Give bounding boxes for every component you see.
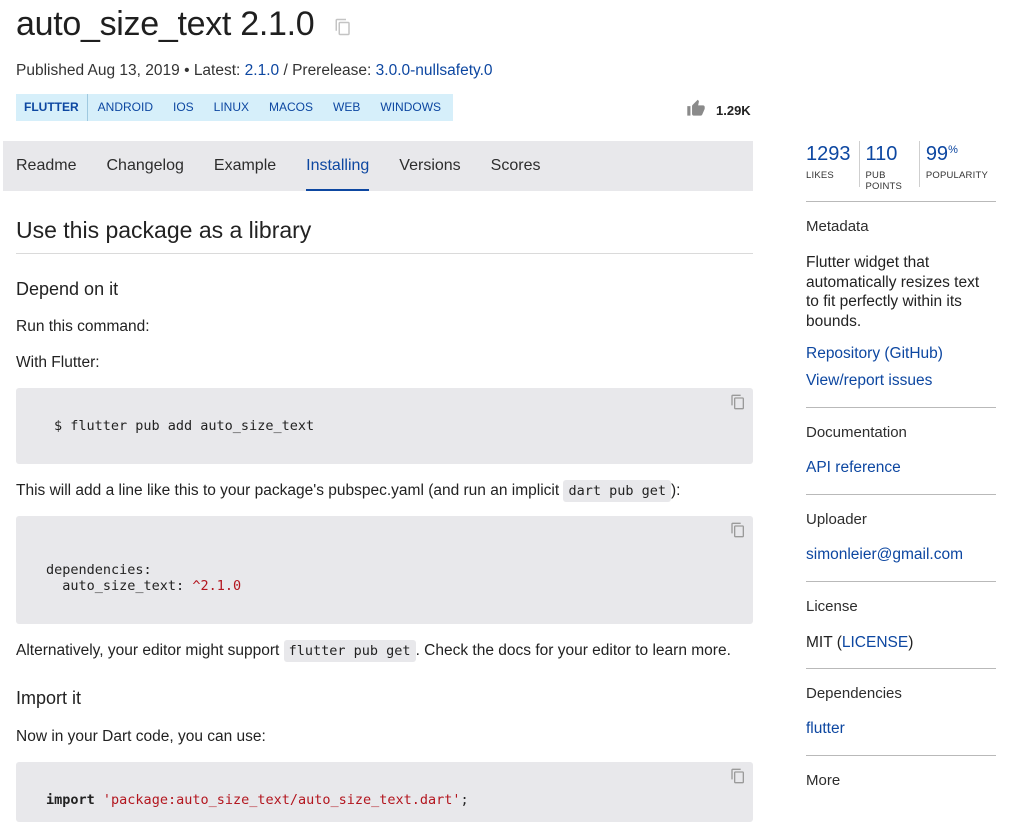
likes-badge[interactable]: 1.29K: [686, 99, 751, 121]
tag-flutter[interactable]: FLUTTER: [16, 94, 88, 121]
run-command-text: Run this command:: [16, 318, 150, 335]
stat-label: PUB POINTS: [865, 170, 903, 192]
alt-text-before: Alternatively, your editor might support: [16, 642, 284, 659]
published-prefix: Published: [16, 62, 85, 79]
stat-number: 99: [925, 143, 949, 165]
import-keyword: import: [46, 792, 95, 808]
stat-value: 1293: [806, 143, 851, 165]
stat-pub-points: 110 PUB POINTS: [858, 141, 919, 192]
publish-info: Published Aug 13, 2019 • Latest: 2.1.0 /…: [16, 62, 493, 80]
stat-suffix: %: [948, 144, 958, 156]
inline-code: dart pub get: [563, 480, 671, 502]
tab-bar: Readme Changelog Example Installing Vers…: [3, 141, 753, 191]
title-row: auto_size_text 2.1.0: [16, 2, 352, 46]
copy-icon[interactable]: [334, 17, 352, 37]
divider: [806, 581, 996, 582]
tab-scores[interactable]: Scores: [476, 141, 556, 191]
pubspec-text-after: ):: [671, 482, 681, 499]
alternative-text: Alternatively, your editor might support…: [16, 640, 731, 662]
divider: [806, 494, 996, 495]
license-link[interactable]: LICENSE: [842, 634, 908, 651]
pubspec-text-before: This will add a line like this to your p…: [16, 482, 564, 499]
divider: [806, 407, 996, 408]
copy-icon[interactable]: [730, 394, 746, 410]
tag-android[interactable]: ANDROID: [88, 94, 163, 121]
slash: /: [279, 62, 293, 79]
tag-web[interactable]: WEB: [323, 94, 370, 121]
published-date: Aug 13, 2019: [87, 62, 180, 79]
separator: •: [179, 62, 194, 79]
tag-macos[interactable]: MACOS: [259, 94, 323, 121]
uploader-email-link[interactable]: simonleier@gmail.com: [806, 546, 963, 564]
dependencies-heading: Dependencies: [806, 685, 902, 702]
package-description: Flutter widget that automatically resize…: [806, 254, 980, 330]
api-reference-link[interactable]: API reference: [806, 459, 901, 477]
license-heading: License: [806, 598, 858, 615]
score-stats[interactable]: 1293 LIKES 110 PUB POINTS 99% POPULARITY: [806, 141, 996, 192]
license-text: MIT (LICENSE): [806, 633, 996, 653]
latest-prefix: Latest:: [193, 62, 241, 79]
documentation-heading: Documentation: [806, 424, 907, 441]
copy-icon[interactable]: [730, 768, 746, 784]
divider: [806, 201, 996, 202]
yaml-code-block: dependencies: auto_size_text: ^2.1.0: [16, 516, 753, 624]
import-semicolon: ;: [460, 792, 469, 808]
metadata-heading: Metadata: [806, 218, 869, 235]
import-heading: Import it: [16, 688, 82, 708]
divider: [806, 668, 996, 669]
section-heading: Use this package as a library: [16, 217, 312, 243]
depend-heading: Depend on it: [16, 279, 119, 299]
tab-installing[interactable]: Installing: [291, 141, 384, 191]
inline-code: flutter pub get: [283, 640, 416, 662]
divider: [806, 755, 996, 756]
thumb-up-icon: [686, 99, 716, 121]
tab-changelog[interactable]: Changelog: [91, 141, 198, 191]
latest-version-link[interactable]: 2.1.0: [245, 62, 279, 79]
package-title: auto_size_text 2.1.0: [16, 4, 315, 43]
platform-tag-group: ANDROID IOS LINUX MACOS WEB WINDOWS: [87, 94, 454, 121]
license-close: ): [908, 634, 914, 651]
alt-text-after: . Check the docs for your editor to lear…: [415, 642, 731, 659]
yaml-line: dependencies:: [46, 562, 152, 578]
more-heading: More: [806, 772, 841, 789]
issues-link[interactable]: View/report issues: [806, 372, 932, 390]
tag-windows[interactable]: WINDOWS: [370, 94, 451, 121]
repository-link[interactable]: Repository (GitHub): [806, 345, 943, 363]
tab-readme[interactable]: Readme: [3, 141, 91, 191]
import-string: 'package:auto_size_text/auto_size_text.d…: [102, 792, 461, 808]
yaml-key: auto_size_text:: [46, 578, 193, 594]
tab-versions[interactable]: Versions: [384, 141, 475, 191]
sdk-tag-group: FLUTTER: [16, 94, 88, 121]
dependency-flutter-link[interactable]: flutter: [806, 720, 845, 738]
stat-label: LIKES: [806, 170, 834, 181]
prerelease-prefix: Prerelease:: [292, 62, 372, 79]
likes-count: 1.29K: [716, 102, 751, 118]
tab-example[interactable]: Example: [199, 141, 291, 191]
with-flutter-text: With Flutter:: [16, 354, 100, 371]
copy-icon[interactable]: [730, 522, 746, 538]
pubspec-text: This will add a line like this to your p…: [16, 480, 681, 502]
stat-label: POPULARITY: [925, 170, 988, 181]
command-code-block: $ flutter pub add auto_size_text: [16, 388, 753, 464]
yaml-value: ^2.1.0: [192, 578, 242, 594]
tag-linux[interactable]: LINUX: [204, 94, 259, 121]
dart-code-text: Now in your Dart code, you can use:: [16, 728, 266, 745]
tag-ios[interactable]: IOS: [163, 94, 204, 121]
yaml-code: dependencies: auto_size_text: ^2.1.0: [46, 562, 241, 594]
platform-tags: FLUTTER ANDROID IOS LINUX MACOS WEB WIND…: [16, 94, 454, 121]
uploader-heading: Uploader: [806, 511, 867, 528]
divider: [16, 253, 753, 254]
prerelease-version-link[interactable]: 3.0.0-nullsafety.0: [376, 62, 493, 79]
stat-value: 99%: [926, 141, 988, 167]
import-code: import 'package:auto_size_text/auto_size…: [46, 792, 469, 808]
stat-popularity: 99% POPULARITY: [918, 141, 996, 187]
stat-likes: 1293 LIKES: [806, 141, 859, 187]
import-code-block: import 'package:auto_size_text/auto_size…: [16, 762, 753, 822]
command-code: $ flutter pub add auto_size_text: [54, 418, 315, 434]
stat-value: 110: [865, 143, 898, 165]
license-name: MIT (: [806, 634, 842, 651]
